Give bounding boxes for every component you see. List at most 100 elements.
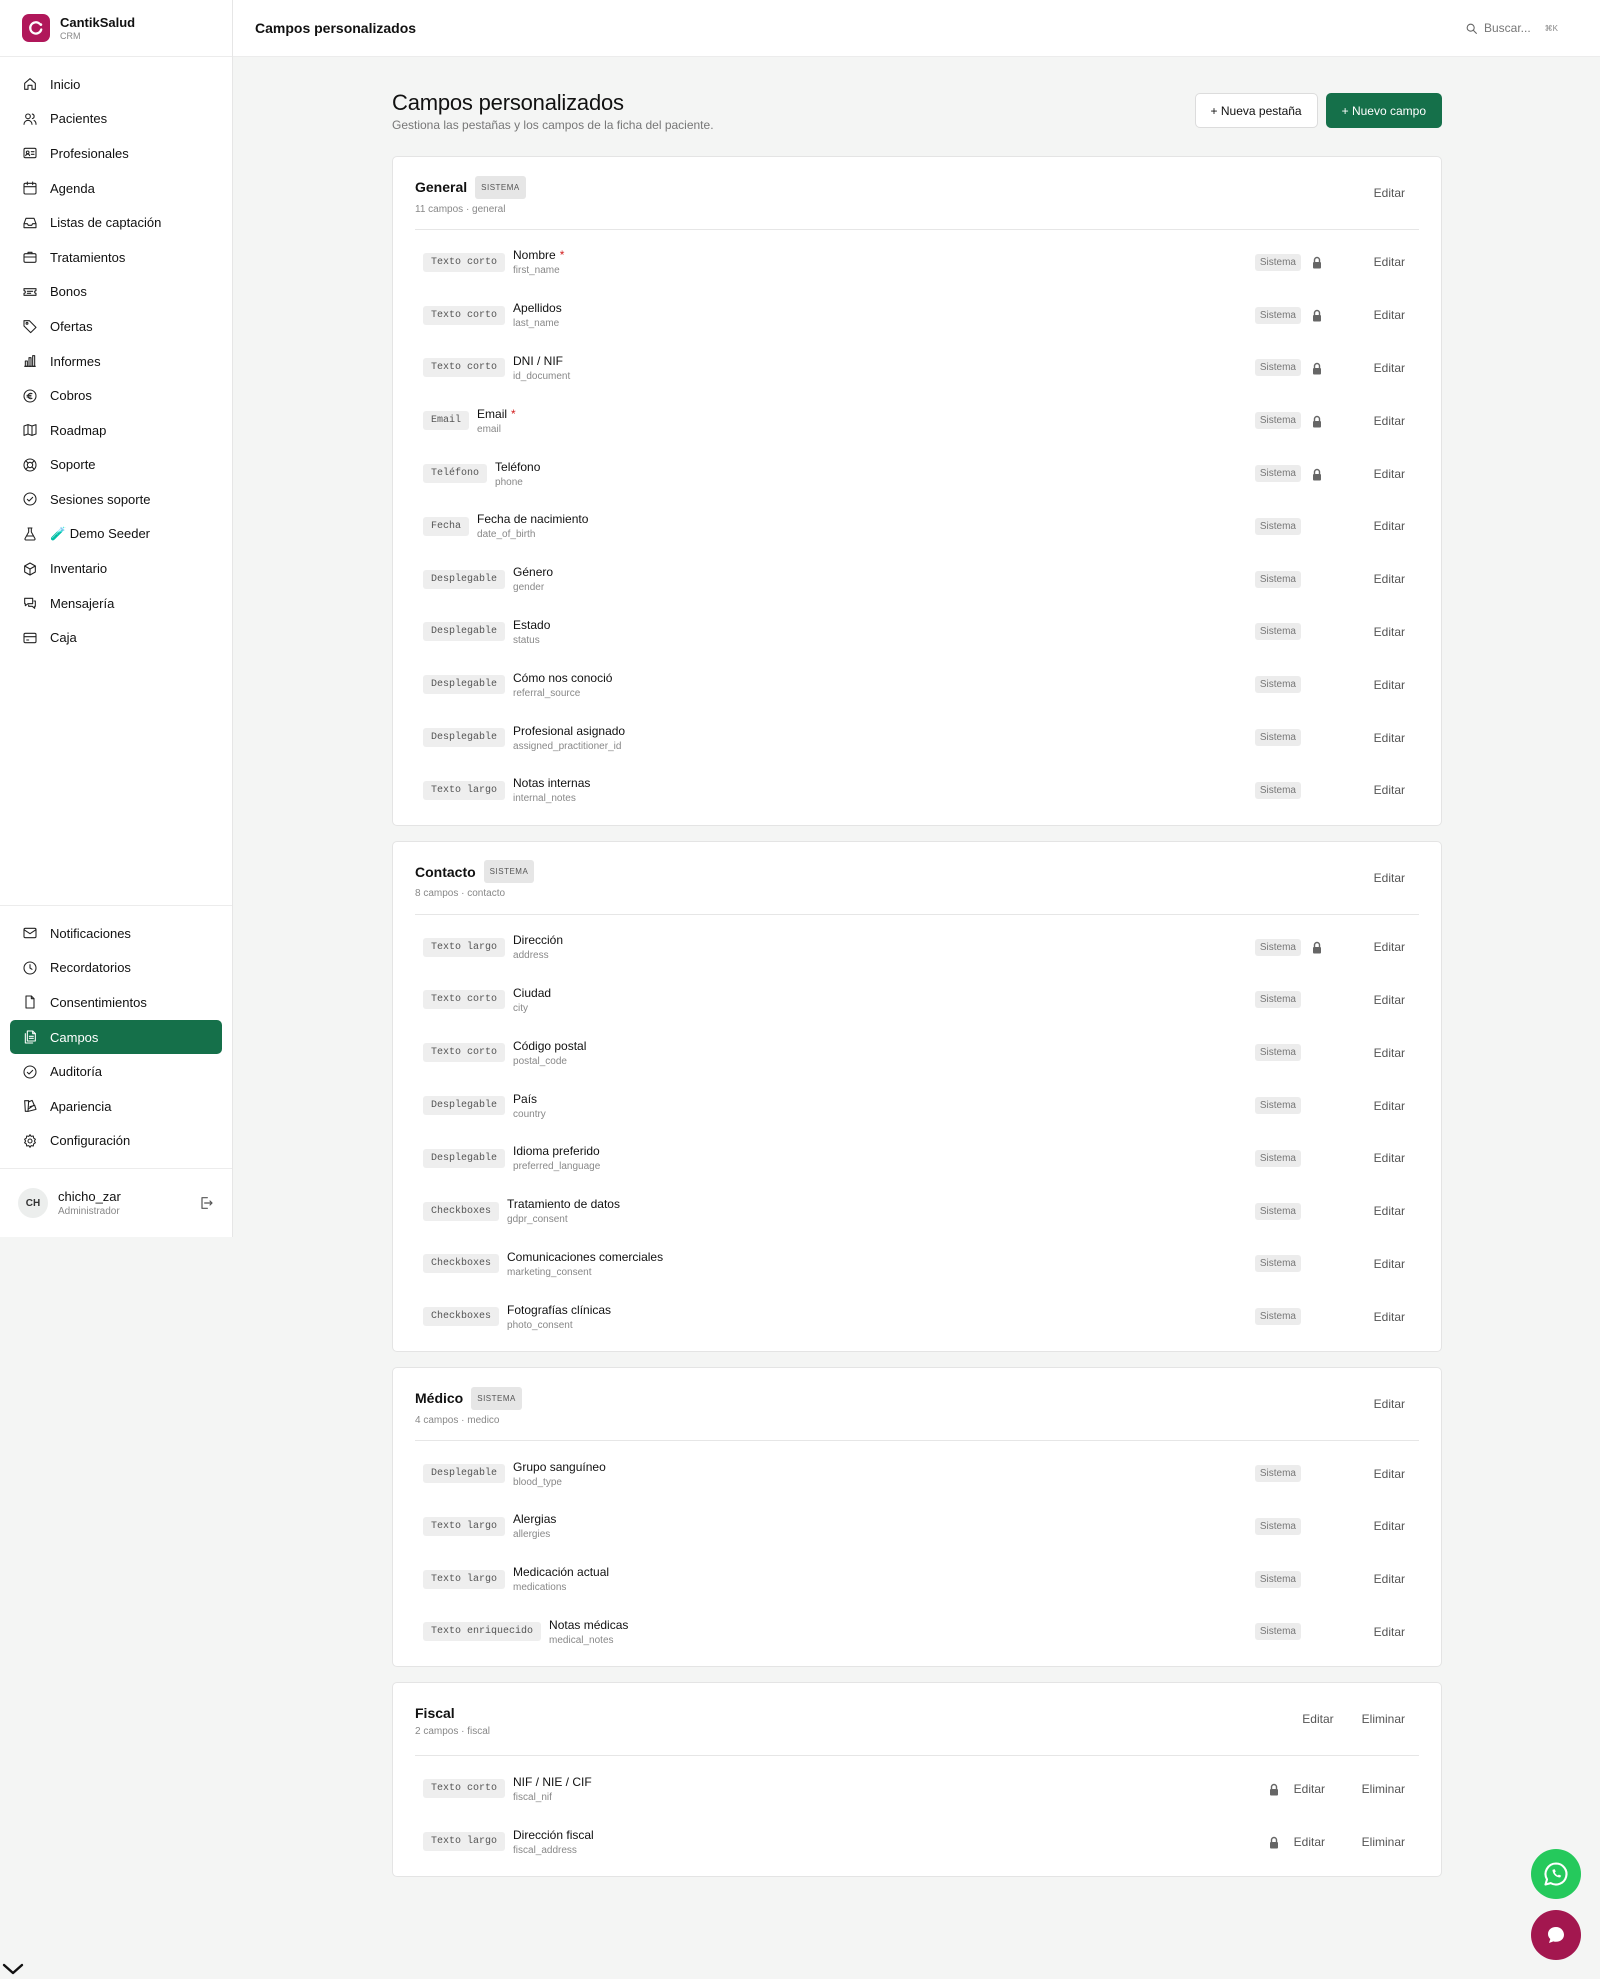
field-row[interactable]: Texto largo Dirección address Sistema Editar: [415, 921, 1419, 974]
sidebar-item-listas[interactable]: Listas de captación: [10, 205, 222, 240]
field-edit-button[interactable]: Editar: [1341, 255, 1405, 269]
sidebar-item-agenda[interactable]: Agenda: [10, 171, 222, 206]
field-row[interactable]: Texto largo Medicación actual medications S…: [415, 1553, 1419, 1606]
field-edit-button[interactable]: Editar: [1341, 1310, 1405, 1324]
field-row[interactable]: Desplegable Profesional asignado assigned_…: [415, 711, 1419, 764]
field-row[interactable]: Desplegable Estado status Sistema Editar: [415, 606, 1419, 659]
field-label: NIF / NIE / CIF: [513, 1775, 1268, 1789]
field-edit-button[interactable]: Editar: [1341, 783, 1405, 797]
field-row[interactable]: Texto largo Notas internas internal_notes S…: [415, 764, 1419, 817]
field-row[interactable]: Texto corto DNI / NIF id_document Sistema Ed…: [415, 342, 1419, 395]
field-row[interactable]: Texto corto NIF / NIE / CIF fiscal_nif Edit…: [415, 1762, 1419, 1815]
section-edit-button[interactable]: Editar: [1288, 1712, 1347, 1726]
field-row[interactable]: Texto corto Código postal postal_code Siste…: [415, 1026, 1419, 1079]
field-edit-button[interactable]: Editar: [1341, 414, 1405, 428]
field-row[interactable]: Texto corto Nombre * first_name Sistema Edita…: [415, 236, 1419, 289]
field-row[interactable]: Checkboxes Fotografías clínicas photo_cons…: [415, 1290, 1419, 1343]
chevron-down-icon[interactable]: [2, 1962, 24, 1976]
field-row[interactable]: Desplegable Grupo sanguíneo blood_type Sist…: [415, 1447, 1419, 1500]
field-edit-button[interactable]: Editar: [1341, 993, 1405, 1007]
new-tab-button[interactable]: + Nueva pestaña: [1194, 93, 1318, 128]
sidebar-item-campos[interactable]: Campos: [10, 1019, 222, 1055]
field-edit-button[interactable]: Editar: [1341, 467, 1405, 481]
field-delete-button[interactable]: Eliminar: [1351, 1835, 1405, 1849]
field-edit-button[interactable]: Editar: [1294, 1835, 1325, 1849]
field-row[interactable]: Texto corto Ciudad city Sistema Editar: [415, 974, 1419, 1027]
sidebar-item-label: Tratamientos: [50, 249, 126, 265]
chat-button[interactable]: [1531, 1910, 1581, 1960]
sidebar-item-mensajeria[interactable]: Mensajería: [10, 586, 222, 621]
field-delete-button[interactable]: Eliminar: [1351, 1782, 1405, 1796]
field-row[interactable]: Texto enriquecido Notas médicas medical_no…: [415, 1606, 1419, 1659]
sidebar-item-label: Inventario: [50, 561, 108, 577]
field-edit-button[interactable]: Editar: [1341, 1257, 1405, 1271]
field-edit-button[interactable]: Editar: [1294, 1782, 1325, 1796]
lock-icon: [1269, 1836, 1278, 1849]
sidebar-item-profesionales[interactable]: Profesionales: [10, 136, 222, 171]
field-row[interactable]: Desplegable País country Sistema Editar: [415, 1079, 1419, 1132]
field-label: Notas internas: [513, 776, 1255, 790]
sidebar-item-sesiones[interactable]: Sesiones soporte: [10, 482, 222, 517]
field-row[interactable]: Teléfono Teléfono phone Sistema Editar: [415, 447, 1419, 500]
field-row[interactable]: Checkboxes Comunicaciones comerciales mark…: [415, 1238, 1419, 1291]
field-row[interactable]: Texto corto Apellidos last_name Sistema Edit…: [415, 289, 1419, 342]
sidebar-item-auditoria[interactable]: Auditoría: [10, 1054, 222, 1089]
sidebar-item-demo[interactable]: 🧪 Demo Seeder: [10, 517, 222, 552]
field-row[interactable]: Checkboxes Tratamiento de datos gdpr_conse…: [415, 1185, 1419, 1238]
field-edit-button[interactable]: Editar: [1341, 1625, 1405, 1639]
field-edit-button[interactable]: Editar: [1341, 519, 1405, 533]
field-edit-button[interactable]: Editar: [1341, 678, 1405, 692]
sidebar-item-informes[interactable]: Informes: [10, 344, 222, 379]
field-edit-button[interactable]: Editar: [1341, 1151, 1405, 1165]
field-row[interactable]: Desplegable Cómo nos conoció referral_sour…: [415, 658, 1419, 711]
search-trigger[interactable]: Buscar... ⌘K: [1465, 21, 1558, 35]
sidebar-item-soporte[interactable]: Soporte: [10, 448, 222, 483]
sidebar-item-consentimientos[interactable]: Consentimientos: [10, 985, 222, 1020]
section-edit-button[interactable]: Editar: [1360, 1397, 1419, 1411]
field-row[interactable]: Texto largo Dirección fiscal fiscal_addres…: [415, 1815, 1419, 1868]
sidebar-item-configuracion[interactable]: Configuración: [10, 1124, 222, 1159]
field-row[interactable]: Desplegable Idioma preferido preferred_lan…: [415, 1132, 1419, 1185]
sidebar-item-cobros[interactable]: Cobros: [10, 378, 222, 413]
field-edit-button[interactable]: Editar: [1341, 1467, 1405, 1481]
field-edit-button[interactable]: Editar: [1341, 1204, 1405, 1218]
field-label-text: Estado: [513, 617, 551, 632]
sidebar-item-roadmap[interactable]: Roadmap: [10, 413, 222, 448]
sidebar-item-ofertas[interactable]: Ofertas: [10, 309, 222, 344]
field-edit-button[interactable]: Editar: [1341, 361, 1405, 375]
field-row[interactable]: Email Email * email Sistema Editar: [415, 394, 1419, 447]
logout-icon[interactable]: [198, 1195, 214, 1211]
field-edit-button[interactable]: Editar: [1341, 1572, 1405, 1586]
field-row[interactable]: Texto largo Alergias allergies Sistema Edita…: [415, 1500, 1419, 1553]
field-edit-button[interactable]: Editar: [1341, 572, 1405, 586]
field-edit-button[interactable]: Editar: [1341, 1046, 1405, 1060]
field-edit-button[interactable]: Editar: [1341, 940, 1405, 954]
field-row[interactable]: Fecha Fecha de nacimiento date_of_birth Sis…: [415, 500, 1419, 553]
field-edit-button[interactable]: Editar: [1341, 308, 1405, 322]
field-edit-button[interactable]: Editar: [1341, 731, 1405, 745]
field-edit-button[interactable]: Editar: [1341, 625, 1405, 639]
sidebar-item-bonos[interactable]: Bonos: [10, 275, 222, 310]
whatsapp-button[interactable]: [1531, 1849, 1581, 1899]
section-edit-button[interactable]: Editar: [1360, 871, 1419, 885]
sidebar-item-inicio[interactable]: Inicio: [10, 67, 222, 102]
section-delete-button[interactable]: Eliminar: [1348, 1712, 1419, 1726]
system-chip: Sistema: [1254, 1149, 1301, 1167]
shield-check-icon: [23, 492, 37, 506]
sidebar-item-tratamientos[interactable]: Tratamientos: [10, 240, 222, 275]
sidebar-item-notificaciones[interactable]: Notificaciones: [10, 916, 222, 951]
avatar[interactable]: CH: [18, 1188, 48, 1218]
field-type-tag: Checkboxes: [423, 1254, 500, 1274]
sidebar-item-inventario[interactable]: Inventario: [10, 551, 222, 586]
field-edit-button[interactable]: Editar: [1341, 1099, 1405, 1113]
field-edit-button[interactable]: Editar: [1341, 1519, 1405, 1533]
field-row[interactable]: Desplegable Género gender Sistema Editar: [415, 553, 1419, 606]
new-field-button[interactable]: + Nuevo campo: [1325, 93, 1442, 128]
sidebar-item-pacientes[interactable]: Pacientes: [10, 102, 222, 137]
sidebar-item-recordatorios[interactable]: Recordatorios: [10, 951, 222, 986]
section-edit-button[interactable]: Editar: [1360, 186, 1419, 200]
sidebar-item-apariencia[interactable]: Apariencia: [10, 1089, 222, 1124]
sidebar-item-caja[interactable]: Caja: [10, 621, 222, 656]
brand[interactable]: CantikSalud CRM: [0, 0, 232, 57]
page-subtitle: Gestiona las pestañas y los campos de la…: [392, 118, 714, 132]
